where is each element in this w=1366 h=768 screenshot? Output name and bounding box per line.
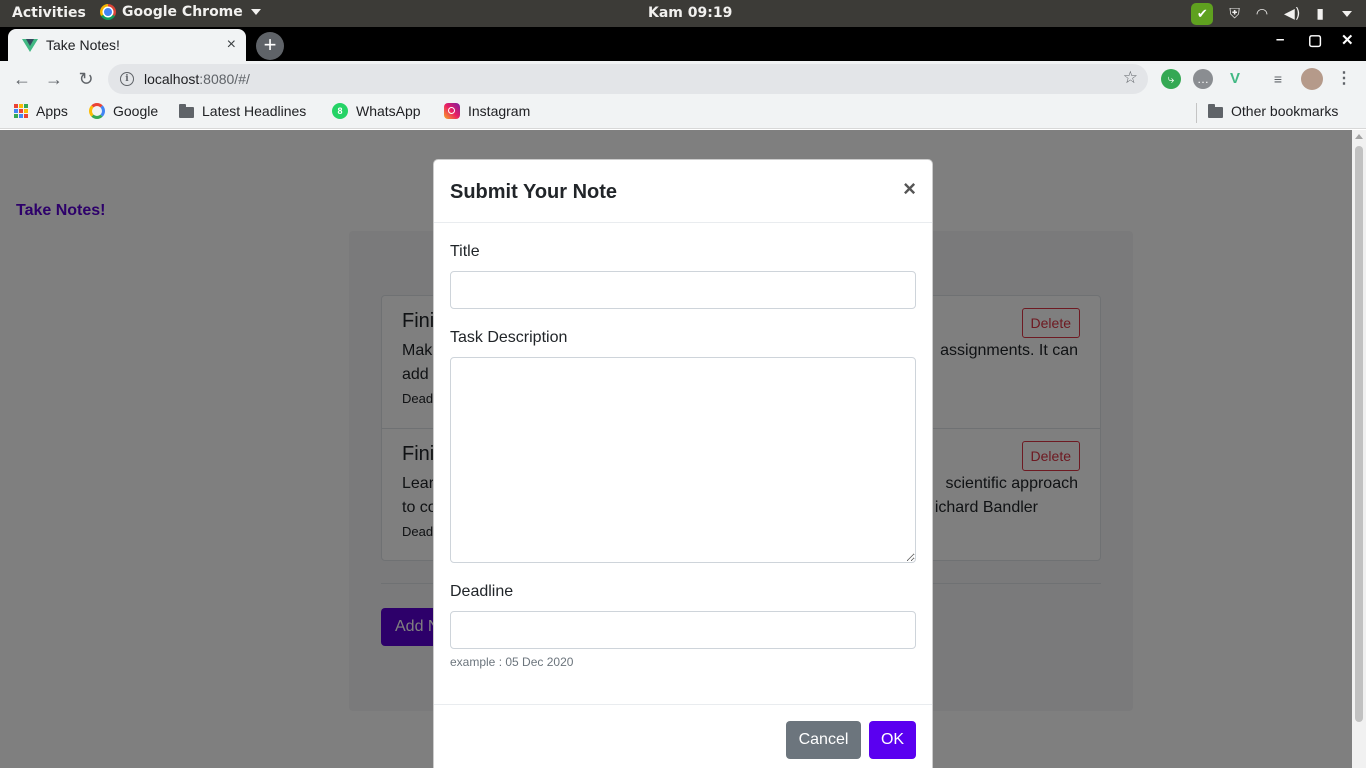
battery-icon[interactable]: ▮	[1316, 4, 1324, 24]
tab-take-notes[interactable]: Take Notes! ×	[8, 29, 246, 61]
bookmarks-divider	[1196, 103, 1197, 123]
whatsapp-icon: 8	[332, 103, 348, 119]
system-top-bar: Activities Google Chrome Kam 09:19 ✔ ⛨ ◠…	[0, 0, 1366, 27]
chat-extension-icon[interactable]: …	[1193, 69, 1213, 89]
bookmark-latest-headlines[interactable]: Latest Headlines	[179, 103, 306, 119]
media-queue-icon[interactable]: ≡	[1268, 69, 1288, 89]
reload-button[interactable]: ↻	[74, 67, 98, 91]
task-description-textarea[interactable]	[450, 357, 916, 563]
bookmark-label: WhatsApp	[356, 103, 421, 119]
bookmark-label: Google	[113, 103, 159, 119]
scrollbar-thumb[interactable]	[1355, 146, 1363, 722]
folder-icon	[179, 103, 194, 118]
folder-icon	[1208, 103, 1223, 118]
google-icon	[89, 103, 105, 119]
profile-avatar[interactable]	[1301, 68, 1323, 90]
cancel-button[interactable]: Cancel	[786, 721, 861, 759]
bookmark-other[interactable]: Other bookmarks	[1208, 103, 1338, 119]
maximize-window-button[interactable]: ▢	[1308, 31, 1322, 49]
ok-button[interactable]: OK	[869, 721, 916, 759]
site-info-icon[interactable]: i	[120, 72, 134, 86]
vue-devtools-icon[interactable]: V	[1225, 69, 1245, 89]
back-button[interactable]: ←	[10, 67, 34, 91]
power-menu-icon[interactable]	[1342, 11, 1352, 17]
url-host: localhost	[144, 71, 200, 87]
wifi-icon[interactable]: ◠	[1256, 4, 1268, 24]
bookmark-label: Instagram	[468, 103, 531, 119]
title-input[interactable]	[450, 271, 916, 309]
apps-icon	[14, 104, 28, 118]
bookmarks-bar: Apps Google Latest Headlines 8 WhatsApp …	[0, 97, 1366, 129]
app-menu-label: Google Chrome	[122, 4, 243, 20]
chrome-icon	[100, 4, 116, 20]
scroll-up-icon[interactable]	[1355, 134, 1363, 139]
volume-icon[interactable]: ◀)	[1284, 4, 1300, 24]
modal-footer-divider	[434, 704, 932, 705]
address-bar[interactable]: i localhost :8080/#/ ☆	[108, 64, 1148, 94]
check-icon[interactable]: ✔	[1191, 3, 1214, 25]
activities-button[interactable]: Activities	[12, 5, 86, 21]
page-scrollbar[interactable]	[1352, 130, 1366, 768]
modal-header: Submit Your Note ×	[434, 160, 932, 223]
bookmark-instagram[interactable]: Instagram	[444, 103, 530, 119]
system-clock[interactable]: Kam 09:19	[648, 5, 732, 21]
bookmark-star-icon[interactable]: ☆	[1123, 68, 1138, 88]
title-label: Title	[450, 243, 480, 260]
task-description-label: Task Description	[450, 329, 568, 346]
close-tab-icon[interactable]: ×	[227, 36, 236, 54]
submit-note-modal: Submit Your Note × Title Task Descriptio…	[433, 159, 933, 768]
bookmark-google[interactable]: Google	[89, 103, 158, 119]
bookmark-label: Apps	[36, 103, 68, 119]
share-extension-icon[interactable]: ⤷	[1161, 69, 1181, 89]
bookmark-whatsapp[interactable]: 8 WhatsApp	[332, 103, 421, 119]
instagram-icon	[444, 103, 460, 119]
minimize-window-button[interactable]: –	[1276, 31, 1284, 48]
tab-strip: Take Notes! × + – ▢ ✕	[0, 27, 1366, 61]
new-tab-button[interactable]: +	[256, 32, 284, 60]
chrome-menu-icon[interactable]: ⋮	[1334, 69, 1354, 89]
bookmark-apps[interactable]: Apps	[14, 103, 68, 119]
shield-icon[interactable]: ⛨	[1229, 4, 1240, 24]
close-window-button[interactable]: ✕	[1341, 31, 1354, 49]
browser-toolbar: ← → ↻ i localhost :8080/#/ ☆ ⤷ … V ≡ ⋮	[0, 61, 1366, 97]
deadline-label: Deadline	[450, 583, 514, 600]
tab-title: Take Notes!	[46, 37, 120, 53]
app-menu[interactable]: Google Chrome	[100, 4, 261, 20]
modal-title: Submit Your Note	[450, 181, 618, 203]
close-icon[interactable]: ×	[903, 178, 916, 200]
vue-favicon-icon	[22, 38, 38, 52]
bookmark-label: Other bookmarks	[1231, 103, 1339, 119]
deadline-help-text: example : 05 Dec 2020	[450, 655, 574, 669]
deadline-input[interactable]	[450, 611, 916, 649]
chevron-down-icon	[250, 9, 261, 15]
system-tray[interactable]: ✔ ⛨ ◠ ◀) ▮	[1191, 3, 1352, 25]
url-path: :8080/#/	[199, 71, 250, 87]
forward-button[interactable]: →	[42, 67, 66, 91]
bookmark-label: Latest Headlines	[202, 103, 307, 119]
